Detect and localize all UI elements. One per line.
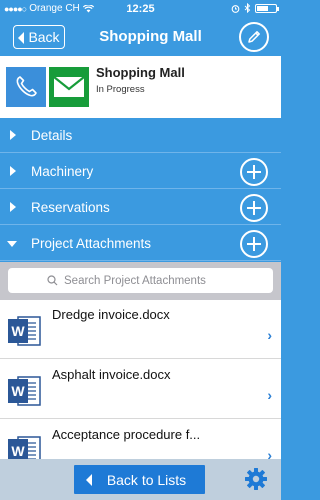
search-icon	[47, 275, 58, 286]
word-doc-icon: W	[8, 376, 41, 406]
search-bar	[0, 262, 281, 300]
svg-text:W: W	[11, 383, 25, 399]
section-label: Machinery	[31, 164, 94, 179]
chevron-right-icon: ›	[267, 387, 272, 403]
status-right	[231, 3, 279, 13]
add-attachment-button[interactable]	[240, 230, 268, 258]
svg-text:W: W	[11, 323, 25, 339]
section-machinery[interactable]: Machinery	[0, 154, 281, 189]
chevron-right-icon	[10, 202, 16, 212]
list-item[interactable]: W Acceptance procedure f... ›	[0, 420, 281, 460]
section-label: Reservations	[31, 200, 110, 215]
bluetooth-icon	[244, 3, 251, 13]
list-item[interactable]: W Dredge invoice.docx ›	[0, 300, 281, 359]
chevron-down-icon	[7, 241, 17, 247]
project-status: In Progress	[96, 84, 145, 95]
battery-icon	[255, 3, 279, 13]
section-label: Project Attachments	[31, 236, 152, 251]
phone-icon	[16, 76, 37, 97]
call-button[interactable]	[6, 67, 46, 107]
chevron-right-icon: ›	[267, 327, 272, 343]
project-name: Shopping Mall	[96, 65, 185, 80]
back-button[interactable]: Back	[13, 25, 65, 49]
status-bar: ●●●●○ Orange CH 12:25	[0, 0, 281, 18]
section-label: Details	[31, 128, 73, 143]
file-name: Acceptance procedure f...	[52, 427, 201, 442]
svg-text:W: W	[11, 443, 25, 459]
add-machinery-button[interactable]	[240, 158, 268, 186]
navigation-bar: Back Shopping Mall	[0, 18, 281, 56]
gear-icon[interactable]	[244, 467, 268, 491]
section-details[interactable]: Details	[0, 118, 281, 153]
page-title: Shopping Mall	[99, 28, 202, 45]
chevron-right-icon	[10, 166, 16, 176]
bottom-toolbar: Back to Lists	[0, 459, 281, 500]
section-reservations[interactable]: Reservations	[0, 190, 281, 225]
attachment-list: W Dredge invoice.docx › W Asphalt invoic…	[0, 300, 281, 460]
pencil-icon	[248, 31, 260, 43]
edit-button[interactable]	[239, 22, 269, 52]
project-header: Shopping Mall In Progress	[0, 56, 281, 118]
file-name: Asphalt invoice.docx	[52, 367, 171, 382]
word-doc-icon: W	[8, 436, 41, 460]
back-to-lists-button[interactable]: Back to Lists	[74, 465, 205, 494]
alarm-icon	[231, 4, 240, 13]
section-project-attachments[interactable]: Project Attachments	[0, 226, 281, 261]
search-box[interactable]	[8, 268, 273, 293]
email-button[interactable]	[49, 67, 89, 107]
add-reservation-button[interactable]	[240, 194, 268, 222]
file-name: Dredge invoice.docx	[52, 307, 170, 322]
list-item[interactable]: W Asphalt invoice.docx ›	[0, 360, 281, 419]
chevron-right-icon	[10, 130, 16, 140]
back-button-label: Back	[28, 29, 60, 45]
back-to-lists-label: Back to Lists	[106, 471, 187, 488]
word-doc-icon: W	[8, 316, 41, 346]
mail-icon	[53, 76, 85, 97]
search-input[interactable]	[64, 274, 234, 287]
battery-fill	[257, 5, 268, 11]
